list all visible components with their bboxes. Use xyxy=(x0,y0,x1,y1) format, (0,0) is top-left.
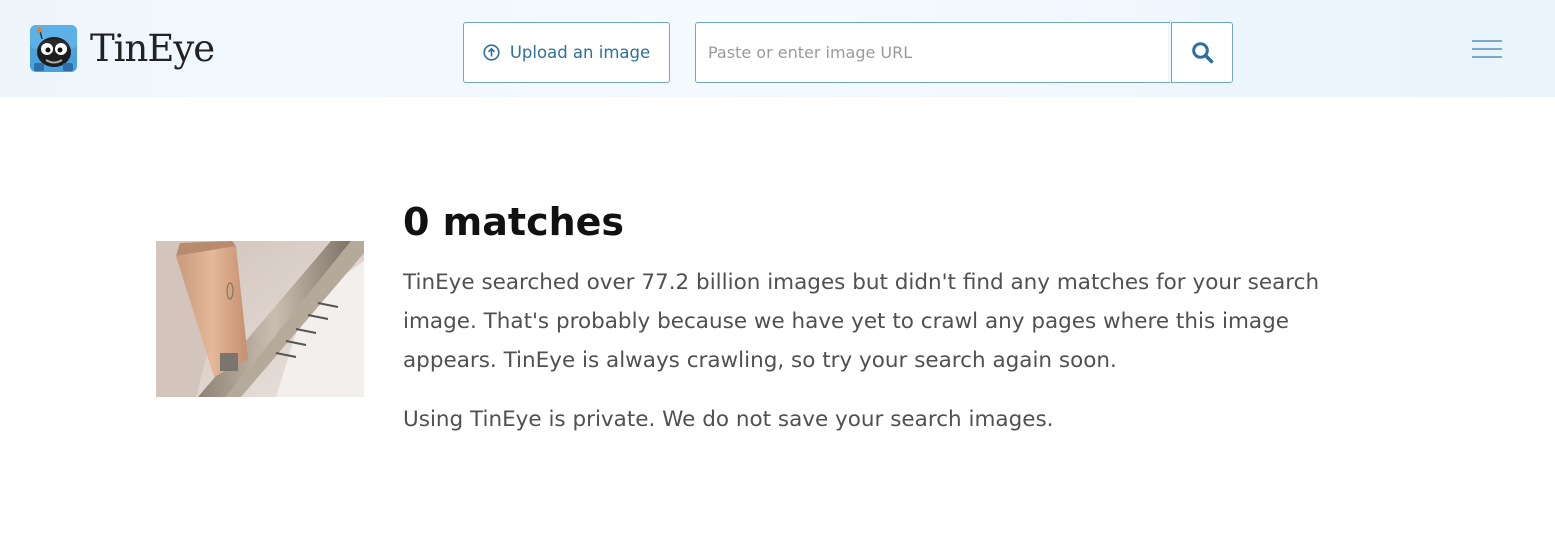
privacy-note: Using TinEye is private. We do not save … xyxy=(403,407,1054,432)
search-button[interactable] xyxy=(1171,22,1233,83)
menu-line xyxy=(1472,40,1502,42)
top-header: TinEye Upload an image xyxy=(0,0,1555,97)
search-result-panel: 0 matches TinEye searched over 77.2 bill… xyxy=(403,196,1363,439)
hamburger-menu-icon[interactable] xyxy=(1472,38,1504,60)
upload-arrow-circle-icon xyxy=(483,44,500,61)
tineye-logo[interactable]: TinEye xyxy=(30,24,215,72)
menu-line xyxy=(1472,56,1502,58)
upload-button-label: Upload an image xyxy=(509,43,651,62)
image-url-input[interactable] xyxy=(695,22,1170,83)
search-image-thumbnail xyxy=(156,241,364,397)
search-icon xyxy=(1191,42,1213,64)
match-count-heading: 0 matches xyxy=(403,200,625,244)
menu-line xyxy=(1472,48,1502,50)
no-match-description: TinEye searched over 77.2 billion images… xyxy=(403,270,1320,373)
upload-image-button[interactable]: Upload an image xyxy=(463,22,670,83)
tineye-robot-logo-icon xyxy=(30,24,77,72)
logo-wordmark: TinEye xyxy=(90,26,215,70)
